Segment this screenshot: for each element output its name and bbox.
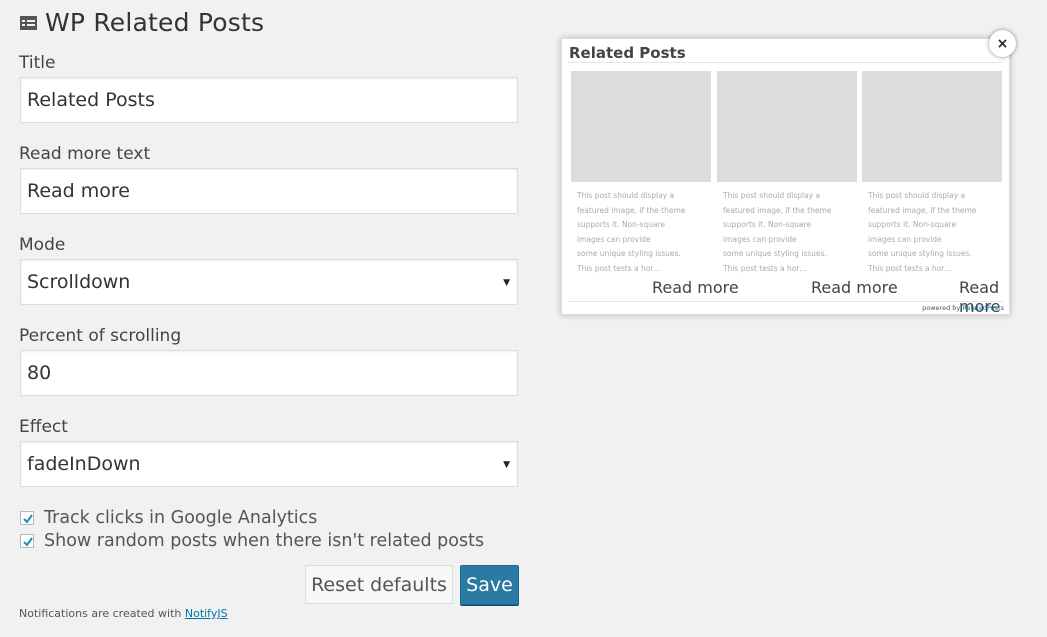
checkmark-icon <box>23 514 33 524</box>
random-posts-row: Show random posts when there isn't relat… <box>20 531 484 551</box>
footnote-text: Notifications are created with <box>19 607 185 620</box>
percent-label: Percent of scrolling <box>19 326 182 346</box>
mode-select-value: Scrolldown <box>27 271 131 293</box>
track-clicks-checkbox[interactable] <box>20 511 34 525</box>
effect-select-value: fadeInDown <box>27 453 141 475</box>
post-thumbnail[interactable] <box>862 71 1002 182</box>
read-more-button[interactable]: Read more <box>811 278 898 297</box>
page-title: WP Related Posts <box>45 8 265 37</box>
post-card[interactable]: This post should display a featured imag… <box>717 71 857 276</box>
post-thumbnail[interactable] <box>717 71 857 182</box>
footnote: Notifications are created with NotifyJS <box>19 607 228 620</box>
notifyjs-link[interactable]: NotifyJS <box>185 607 228 620</box>
relatedposts-link[interactable]: RelatedPosts <box>962 304 1004 312</box>
percent-input-value: 80 <box>27 362 52 384</box>
divider <box>568 301 1003 302</box>
post-thumbnail[interactable] <box>571 71 711 182</box>
close-icon[interactable]: × <box>989 30 1016 57</box>
preview-title: Related Posts <box>569 44 686 62</box>
chevron-down-icon: ▼ <box>503 460 510 470</box>
powered-by-text: powered by <box>922 304 963 312</box>
percent-input[interactable]: 80 <box>20 350 518 396</box>
title-label: Title <box>19 53 56 73</box>
mode-select[interactable]: Scrolldown ▼ <box>20 259 518 305</box>
divider <box>568 62 1003 63</box>
post-card[interactable]: This post should display a featured imag… <box>862 71 1002 276</box>
track-clicks-label: Track clicks in Google Analytics <box>44 508 318 528</box>
effect-select[interactable]: fadeInDown ▼ <box>20 441 518 487</box>
mode-label: Mode <box>19 235 66 255</box>
related-posts-preview: Related Posts This post should display a… <box>561 38 1010 316</box>
effect-label: Effect <box>19 417 68 437</box>
read-more-button[interactable]: Read more <box>652 278 739 297</box>
readmore-label: Read more text <box>19 144 151 164</box>
post-excerpt: This post should display a featured imag… <box>577 191 686 273</box>
reset-defaults-button[interactable]: Reset defaults <box>305 565 453 604</box>
save-button[interactable]: Save <box>460 565 519 605</box>
checkmark-icon <box>23 537 33 547</box>
powered-by: powered by RelatedPosts <box>922 304 1004 312</box>
chevron-down-icon: ▼ <box>503 278 510 288</box>
page-header: WP Related Posts <box>20 8 264 37</box>
list-table-icon <box>20 15 37 30</box>
random-posts-checkbox[interactable] <box>20 534 34 548</box>
readmore-input[interactable]: Read more <box>20 168 518 214</box>
title-input-value: Related Posts <box>27 89 155 111</box>
post-excerpt: This post should display a featured imag… <box>868 191 977 273</box>
track-clicks-row: Track clicks in Google Analytics <box>20 508 317 528</box>
readmore-input-value: Read more <box>27 180 130 202</box>
post-excerpt: This post should display a featured imag… <box>723 191 832 273</box>
title-input[interactable]: Related Posts <box>20 77 518 123</box>
post-card[interactable]: This post should display a featured imag… <box>571 71 711 276</box>
random-posts-label: Show random posts when there isn't relat… <box>44 531 485 551</box>
